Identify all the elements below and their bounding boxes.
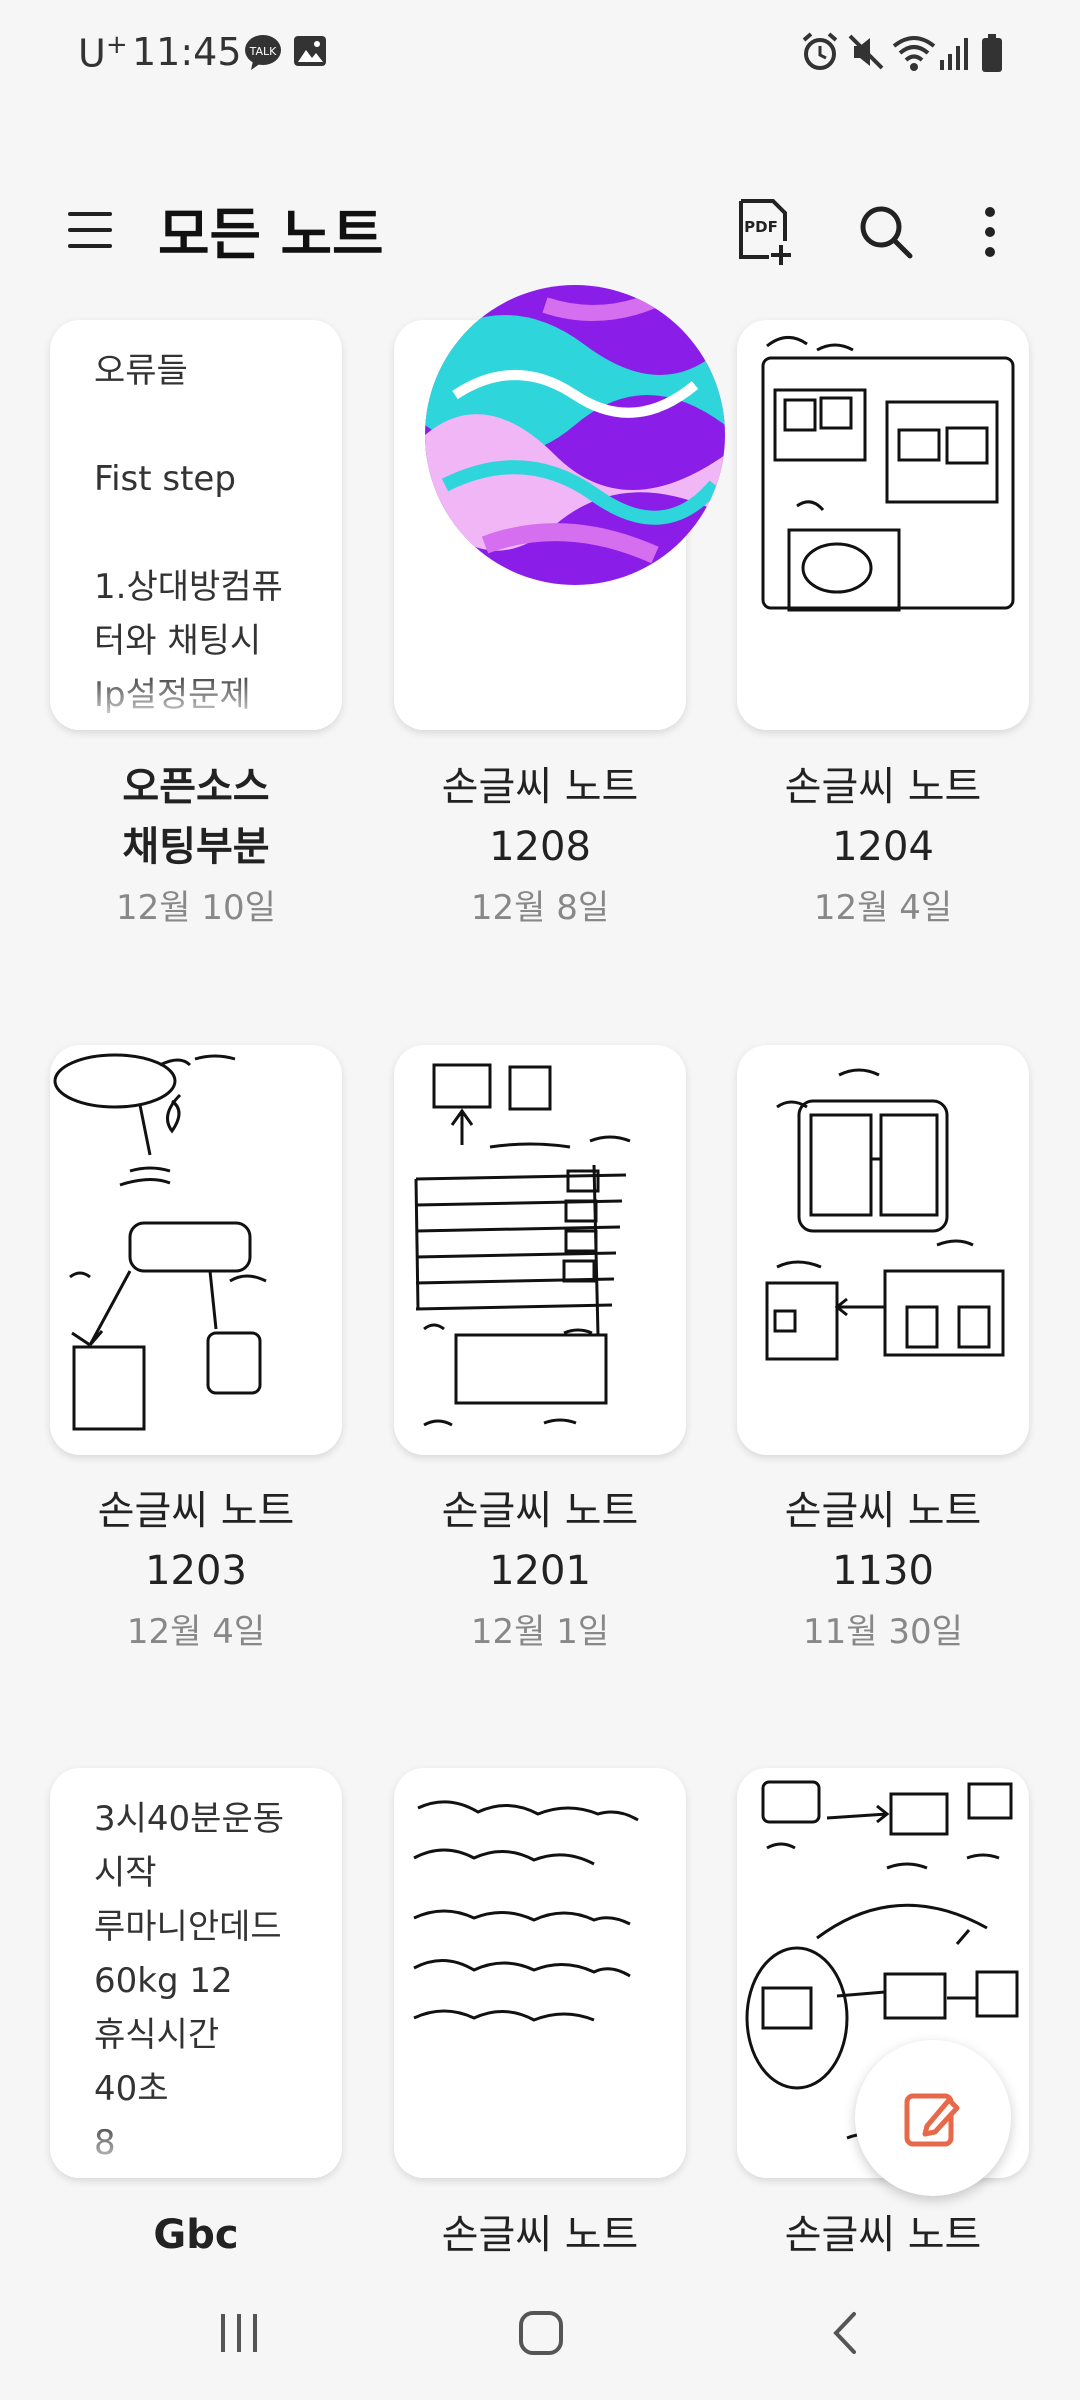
note-card[interactable]: 3시40분운동 시작 루마니안데드 60kg 12 휴식시간 40초 8 <box>50 1768 342 2178</box>
wifi-icon <box>892 36 936 71</box>
note-card[interactable] <box>50 1045 342 1455</box>
note-date: 12월 4일 <box>813 888 953 928</box>
note-date: 11월 30일 <box>803 1612 963 1652</box>
note-title: 손글씨 노트 <box>441 2212 639 2258</box>
hamburger-icon[interactable] <box>62 202 118 258</box>
note-card[interactable] <box>394 1768 686 2178</box>
app-bar: 모든 노트 PDF <box>0 180 1080 280</box>
home-icon[interactable] <box>516 2310 566 2356</box>
note-date: 12월 10일 <box>116 888 276 928</box>
handwriting-thumbnail <box>414 1063 631 1427</box>
note-text-preview: 오류들 Fist step 1.상대방컴퓨 터와 채팅시 Ip설정문제 <box>94 351 283 715</box>
compose-fab[interactable] <box>855 2040 1011 2196</box>
pdf-add-icon[interactable]: PDF <box>735 197 795 267</box>
carrier-label: U+ <box>78 30 128 76</box>
more-vert-icon[interactable] <box>970 202 1010 262</box>
avatar[interactable] <box>425 285 725 585</box>
battery-icon <box>982 34 1002 72</box>
note-card[interactable]: 오류들 Fist step 1.상대방컴퓨 터와 채팅시 Ip설정문제 <box>50 320 342 730</box>
note-title: 손글씨 노트 <box>784 2212 982 2258</box>
note-title: 손글씨 노트 <box>441 1488 639 1534</box>
clock: 11:45 <box>132 30 242 74</box>
talk-notification-icon: TALK <box>245 35 281 70</box>
gallery-notification-icon <box>294 36 326 66</box>
note-title: 오픈소스 <box>122 764 270 810</box>
note-title: 손글씨 노트 <box>784 764 982 810</box>
recent-apps-icon[interactable] <box>215 2310 265 2356</box>
note-card[interactable] <box>737 1045 1029 1455</box>
handwriting-thumbnail <box>413 1800 639 2022</box>
note-title: 손글씨 노트 <box>97 1488 295 1534</box>
status-bar: U+ 11:45 TALK <box>0 0 1080 110</box>
note-date: 12월 1일 <box>470 1612 610 1652</box>
note-title: Gbc <box>153 2212 239 2258</box>
note-title: 손글씨 노트 <box>784 1488 982 1534</box>
search-icon[interactable] <box>856 202 916 262</box>
note-title-line2: 1203 <box>145 1548 247 1594</box>
note-title-line2: 1130 <box>832 1548 934 1594</box>
note-title-line2: 채팅부분 <box>122 824 270 870</box>
note-title: 손글씨 노트 <box>441 764 639 810</box>
signal-icon <box>940 38 968 70</box>
note-title-line2: 1208 <box>489 824 591 870</box>
back-icon[interactable] <box>826 2310 866 2356</box>
navigation-bar <box>0 2260 1080 2400</box>
note-title-line2: 1201 <box>489 1548 591 1594</box>
avatar-marble-image <box>425 285 725 585</box>
compose-icon <box>904 2093 960 2147</box>
svg-text:TALK: TALK <box>249 45 278 58</box>
note-title-line2: 1204 <box>832 824 934 870</box>
page-title: 모든 노트 <box>158 203 384 268</box>
handwriting-thumbnail <box>765 1068 1005 1361</box>
alarm-icon <box>802 32 838 70</box>
note-date: 12월 8일 <box>470 888 610 928</box>
note-text-preview: 3시40분운동 시작 루마니안데드 60kg 12 휴식시간 40초 8 <box>94 1799 285 2163</box>
note-card[interactable] <box>394 1045 686 1455</box>
mute-icon <box>848 34 884 70</box>
handwriting-thumbnail <box>761 336 1015 612</box>
note-date: 12월 4일 <box>126 1612 266 1652</box>
svg-text:PDF: PDF <box>744 218 778 236</box>
note-card[interactable] <box>737 320 1029 730</box>
handwriting-thumbnail <box>53 1053 267 1431</box>
